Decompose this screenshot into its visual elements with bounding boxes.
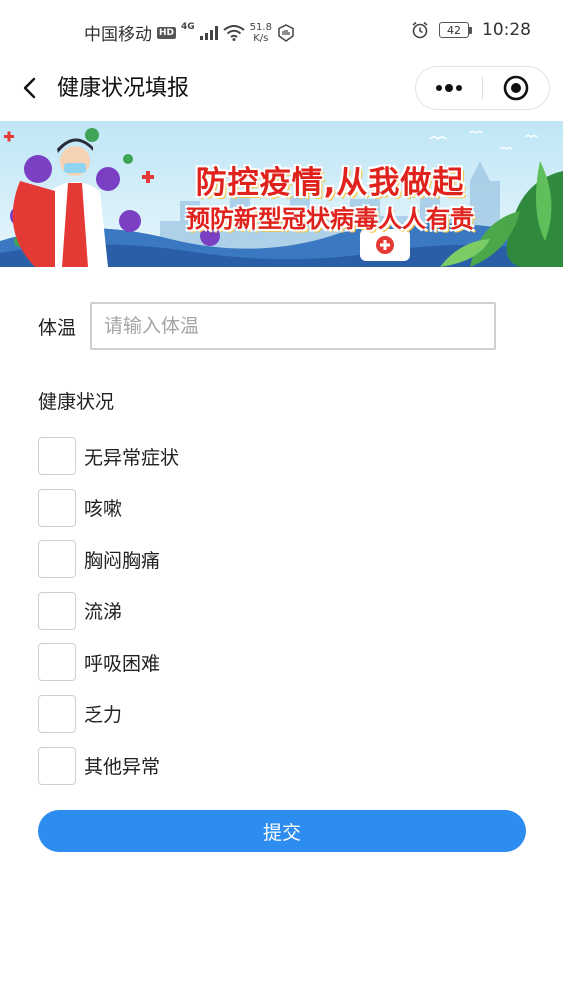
speed-value: 51.8 (249, 21, 272, 33)
hd-icon: HD (157, 26, 177, 39)
banner-subheadline: 预防新型冠状病毒人人有责 (186, 205, 474, 233)
submit-button[interactable]: 提交 (38, 810, 526, 852)
option-runny-nose[interactable]: 流涕 (38, 591, 179, 630)
symptom-options: 无异常症状 咳嗽 胸闷胸痛 流涕 呼吸困难 乏力 其他异常 (38, 437, 179, 798)
status-right: 42 10:28 (411, 20, 531, 40)
checkbox[interactable] (38, 591, 76, 630)
page-title: 健康状况填报 (57, 76, 190, 101)
checkbox[interactable] (38, 488, 76, 527)
alarm-icon (412, 21, 428, 39)
miniprogram-capsule (415, 66, 550, 110)
network-type: 4G (181, 21, 195, 32)
option-breathing-difficulty[interactable]: 呼吸困难 (38, 643, 179, 682)
checkbox[interactable] (38, 746, 76, 785)
checkbox[interactable] (38, 643, 76, 682)
battery-level: 42 (439, 22, 469, 38)
checkbox[interactable] (38, 437, 76, 475)
temperature-input[interactable] (90, 302, 496, 350)
chevron-left-icon (23, 77, 36, 99)
more-dots-icon (436, 84, 462, 92)
more-button[interactable] (416, 67, 482, 109)
checkbox[interactable] (38, 694, 76, 733)
shield-icon (278, 23, 294, 42)
option-label: 无异常症状 (84, 446, 180, 469)
option-chest-pain[interactable]: 胸闷胸痛 (38, 540, 179, 579)
option-other[interactable]: 其他异常 (38, 746, 179, 785)
wifi-icon (223, 24, 245, 41)
temperature-label: 体温 (38, 316, 77, 339)
option-label: 咳嗽 (84, 498, 123, 521)
option-no-symptoms[interactable]: 无异常症状 (38, 437, 179, 475)
nav-bar: 健康状况填报 (0, 64, 563, 120)
speed-unit: K/s (253, 32, 269, 44)
option-label: 流涕 (84, 601, 123, 624)
battery-icon: 42 (439, 22, 472, 38)
option-fatigue[interactable]: 乏力 (38, 694, 179, 733)
signal-icon (199, 25, 218, 40)
clock: 10:28 (482, 20, 531, 40)
carrier-name: 中国移动 (84, 25, 152, 45)
banner-headline: 防控疫情,从我做起 (195, 165, 465, 201)
checkbox[interactable] (38, 540, 76, 579)
health-status-label: 健康状况 (38, 391, 115, 413)
network-speed: 51.8 K/s (250, 22, 272, 44)
epidemic-banner: 防控疫情,从我做起 预防新型冠状病毒人人有责 (0, 121, 563, 267)
status-left: 中国移动 HD 4G 51.8 K/s (84, 20, 295, 45)
target-close-icon (503, 75, 529, 101)
option-cough[interactable]: 咳嗽 (38, 488, 179, 527)
option-label: 其他异常 (84, 756, 161, 779)
option-label: 胸闷胸痛 (84, 549, 161, 572)
status-bar: 中国移动 HD 4G 51.8 K/s 42 10:28 (0, 0, 563, 64)
back-button[interactable] (16, 74, 46, 104)
option-label: 乏力 (84, 704, 123, 727)
close-miniprogram-button[interactable] (483, 67, 549, 109)
option-label: 呼吸困难 (84, 652, 161, 675)
temperature-row: 体温 (38, 302, 496, 350)
